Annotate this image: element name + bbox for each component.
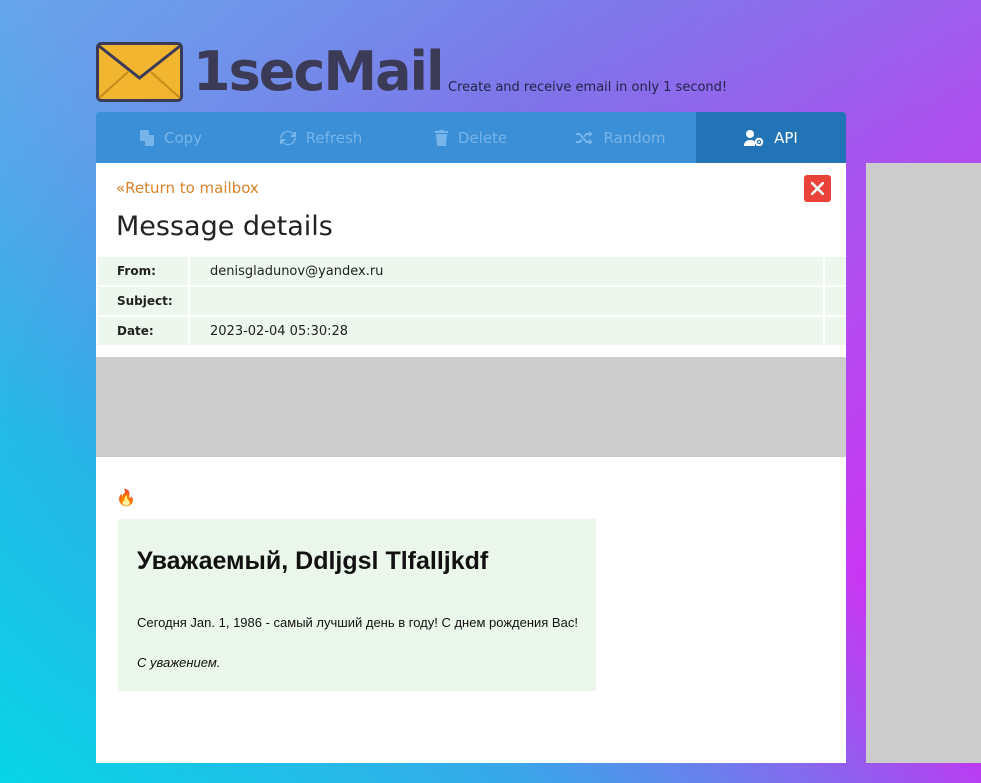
ad-banner	[96, 357, 846, 457]
copy-button[interactable]: Copy	[96, 112, 246, 163]
date-extra-cell	[823, 317, 846, 347]
copy-label: Copy	[163, 128, 203, 147]
subject-row: Subject:	[98, 287, 846, 317]
from-value: denisgladunov@yandex.ru	[188, 257, 823, 287]
message-meta-table: From: denisgladunov@yandex.ru Subject: D…	[98, 257, 846, 347]
site-header: 1secMail Create and receive email in onl…	[96, 40, 796, 104]
shuffle-icon	[576, 130, 594, 145]
trash-icon	[434, 129, 448, 146]
api-label: API	[774, 128, 798, 147]
mail-body: Уважаемый, Ddljgsl Tlfalljkdf Сегодня Ja…	[118, 519, 596, 691]
mail-signature: С уважением.	[137, 655, 221, 670]
subject-value	[188, 287, 823, 317]
from-row: From: denisgladunov@yandex.ru	[98, 257, 846, 287]
delete-label: Delete	[457, 128, 508, 147]
mail-text: Сегодня Jan. 1, 1986 - самый лучший день…	[137, 615, 578, 630]
side-ad	[866, 163, 981, 763]
copy-icon	[139, 129, 154, 146]
api-button[interactable]: API	[696, 112, 846, 163]
toolbar: Copy Refresh Delete Random API	[96, 112, 846, 163]
random-label: Random	[603, 128, 666, 147]
refresh-icon	[279, 130, 296, 145]
random-button[interactable]: Random	[546, 112, 696, 163]
envelope-icon	[96, 42, 183, 102]
fire-emoji: 🔥	[116, 488, 136, 507]
refresh-label: Refresh	[305, 128, 363, 147]
from-label: From:	[98, 257, 188, 287]
message-panel: «Return to mailbox Message details From:…	[96, 163, 846, 763]
brand-name[interactable]: 1secMail	[193, 40, 445, 104]
from-extra-cell	[823, 257, 846, 287]
date-value: 2023-02-04 05:30:28	[188, 317, 823, 347]
mail-greeting: Уважаемый, Ddljgsl Tlfalljkdf	[137, 547, 489, 575]
page-title: Message details	[116, 211, 333, 242]
date-row: Date: 2023-02-04 05:30:28	[98, 317, 846, 347]
subject-extra-cell	[823, 287, 846, 317]
brand-tagline: Create and receive email in only 1 secon…	[448, 80, 728, 95]
delete-button[interactable]: Delete	[396, 112, 546, 163]
refresh-button[interactable]: Refresh	[246, 112, 396, 163]
return-to-mailbox-link[interactable]: «Return to mailbox	[116, 179, 259, 197]
close-button[interactable]	[804, 175, 831, 202]
subject-label: Subject:	[98, 287, 188, 317]
close-icon	[811, 182, 824, 195]
date-label: Date:	[98, 317, 188, 347]
user-gear-icon	[744, 129, 764, 146]
